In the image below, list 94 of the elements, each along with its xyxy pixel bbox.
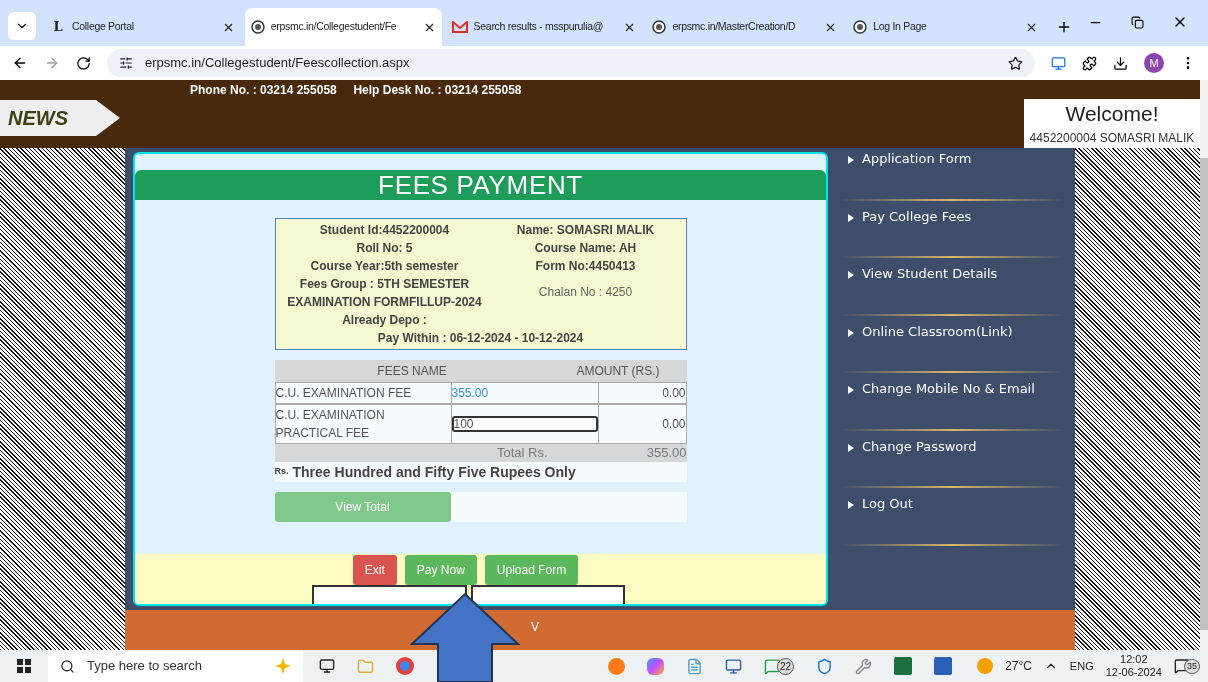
sidebar-item[interactable]: Change Mobile No & Email	[830, 379, 1075, 399]
windows-logo-icon[interactable]	[17, 659, 31, 673]
address-field[interactable]: erpsmc.in/Collegestudent/Feescollection.aspx	[107, 49, 1035, 77]
sidebar-item[interactable]: View Student Details	[830, 264, 1075, 284]
action-button[interactable]: Exit	[352, 555, 397, 585]
browser-tab[interactable]: Log In Page	[847, 8, 1044, 46]
sparkle-icon	[275, 658, 291, 674]
computer-icon[interactable]	[725, 657, 742, 675]
table-cell-text: 0.00	[662, 385, 686, 402]
triangle-icon	[848, 213, 854, 222]
restore-icon[interactable]	[1131, 15, 1144, 29]
search-icon	[60, 658, 75, 674]
browser-tab[interactable]: erpsmc.in/Collegestudent/Fe	[244, 8, 442, 46]
tab-title: erpsmc.in/Collegestudent/Fe	[270, 19, 398, 35]
triangle-icon	[848, 443, 854, 452]
mail-icon	[451, 21, 468, 33]
browser-icon[interactable]	[396, 657, 414, 675]
tools-icon[interactable]	[855, 657, 873, 675]
browser-tab[interactable]: Search results - msspurulia@	[445, 8, 643, 46]
triangle-icon	[848, 328, 854, 337]
notification-badge: 35	[1184, 658, 1200, 674]
bookmark-star-icon[interactable]	[1008, 55, 1023, 71]
blank-field[interactable]	[312, 585, 467, 604]
currency-label: Rs.	[274, 465, 289, 479]
site-logo: L	[52, 19, 64, 35]
cast-icon[interactable]	[1051, 55, 1066, 71]
student-info-text: Course Name: AH	[534, 240, 637, 257]
profile-avatar[interactable]: M	[1144, 53, 1164, 73]
shield-icon[interactable]	[816, 657, 834, 675]
footer-text: V	[531, 619, 539, 636]
site-logo-icon	[250, 20, 265, 34]
spreadsheet-icon[interactable]	[894, 657, 913, 675]
task-view-icon[interactable]	[319, 658, 335, 674]
browser-tab[interactable]: erpsmc.in/MasterCreation/D	[646, 8, 844, 46]
notification-badge: 22	[777, 657, 795, 675]
pay-within-text: Pay Within : 06-12-2024 - 10-12-2024	[377, 331, 584, 345]
total-label: Total Rs.	[495, 444, 549, 463]
new-tab-icon[interactable]	[1056, 19, 1072, 35]
chalan-number: Chalan No : 4250	[538, 284, 633, 301]
sidebar-item[interactable]: Application Form	[830, 149, 1075, 169]
reload-icon[interactable]	[76, 55, 91, 71]
tab-title: College Portal	[72, 19, 135, 35]
tab-title: erpsmc.in/MasterCreation/D	[672, 19, 797, 35]
weather-icon	[977, 658, 994, 674]
user-id-name: 4452200004 SOMASRI MALIK	[1029, 130, 1195, 147]
contact-text: Phone No. : 03214 255058 Help Desk No. : 03214 255058	[190, 82, 522, 99]
url-text: erpsmc.in/Collegestudent/Feescollection.aspx	[145, 54, 411, 73]
clock-time: 12:02	[1120, 653, 1148, 666]
triangle-icon	[848, 501, 854, 509]
site-logo-icon	[853, 20, 868, 34]
notepad-icon[interactable]	[686, 657, 703, 675]
site-logo-icon	[652, 20, 667, 34]
sidebar-item[interactable]: Pay College Fees	[830, 206, 1075, 226]
document-icon[interactable]	[934, 657, 953, 675]
table-cell-text: 0.00	[662, 416, 686, 433]
chat-icon[interactable]	[764, 657, 781, 675]
app-icon[interactable]	[647, 657, 664, 675]
news-label: NEWS	[8, 106, 68, 131]
search-placeholder: Type here to search	[87, 657, 203, 676]
student-info-text: Fees Group : 5TH SEMESTER EXAMINATION FORMFILLUP-2024	[286, 276, 483, 311]
triangle-icon	[848, 156, 854, 164]
tab-title: Log In Page	[873, 19, 928, 35]
amount-input[interactable]: 100	[451, 416, 598, 432]
extensions-icon[interactable]	[1082, 55, 1097, 71]
temperature-text: 27°C	[1005, 658, 1032, 675]
column-header: FEES NAME	[376, 363, 448, 380]
download-icon[interactable]	[1113, 55, 1128, 71]
back-icon[interactable]	[12, 55, 28, 71]
column-header: AMOUNT (RS.)	[575, 363, 661, 380]
welcome-title: Welcome!	[1065, 100, 1159, 127]
table-cell: C.U. EXAMINATION PRACTICAL FEE	[275, 405, 452, 443]
blank-field[interactable]	[471, 585, 625, 604]
student-info-text: Name: SOMASRI MALIK	[516, 222, 655, 239]
clock-date: 12-06-2024	[1105, 666, 1162, 679]
student-info-text: Form No:4450413	[535, 258, 636, 275]
student-info-text: Already Depo :	[342, 312, 427, 329]
total-amount: 355.00	[645, 444, 687, 463]
language-indicator[interactable]: ENG	[1069, 657, 1094, 675]
tab-title: Search results - msspurulia@	[473, 19, 605, 35]
form-title: FEES PAYMENT	[378, 168, 583, 202]
site-info-icon[interactable]	[119, 56, 133, 70]
browser-tab[interactable]: L College Portal	[44, 8, 241, 46]
student-info-text: Student Id:4452200004	[319, 222, 450, 239]
sidebar-item[interactable]: Online Classroom(Link)	[830, 321, 1075, 341]
taskbar-search-field[interactable]: Type here to search	[48, 650, 303, 682]
sidebar-item[interactable]: Log Out	[830, 494, 1075, 514]
triangle-icon	[848, 386, 854, 394]
student-info-text: Roll No: 5	[356, 240, 413, 257]
amount-in-words: Three Hundred and Fifty Five Rupees Only	[292, 462, 576, 482]
student-info-text: Course Year:5th semester	[310, 258, 459, 275]
sidebar-item[interactable]: Change Password	[830, 436, 1075, 456]
triangle-icon	[848, 271, 854, 279]
table-cell: C.U. EXAMINATION FEE	[275, 383, 452, 403]
scrollbar[interactable]	[1200, 80, 1208, 650]
